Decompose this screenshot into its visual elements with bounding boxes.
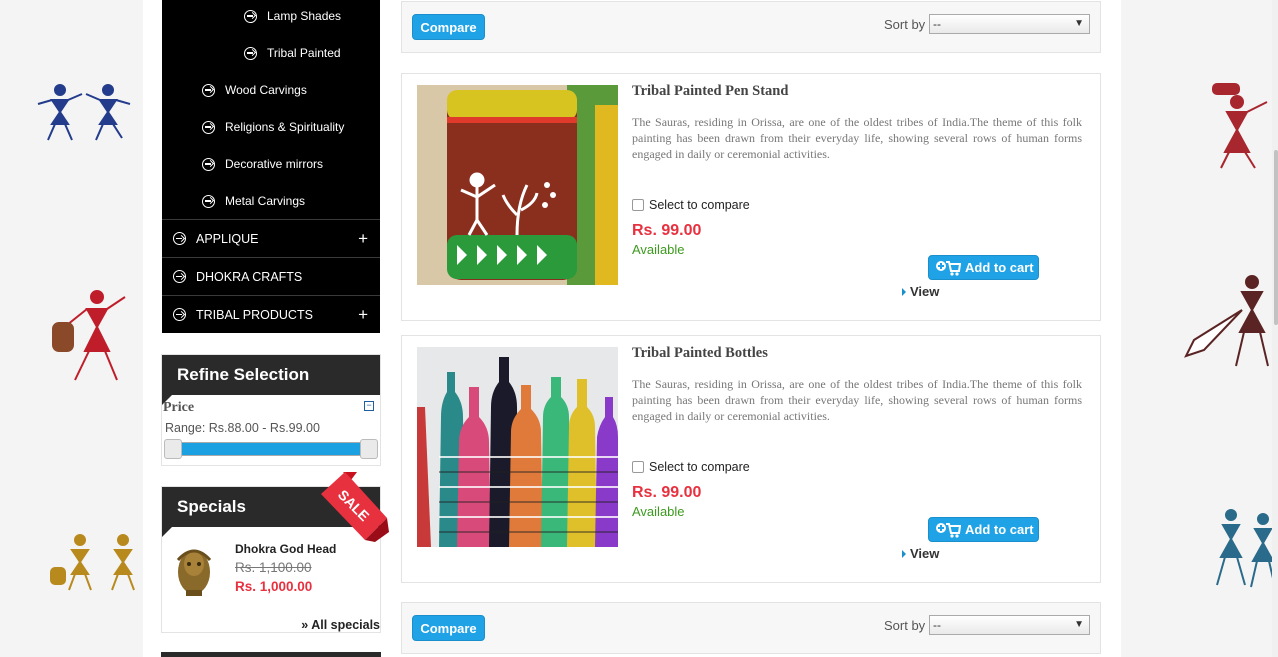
- subcategory-label: Lamp Shades: [267, 9, 342, 23]
- price-filter-title: Price: [163, 400, 195, 415]
- subcategory-label: Decorative mirrors: [225, 157, 324, 171]
- view-product-link[interactable]: View: [902, 284, 939, 299]
- category-menu: Lamp Shades Tribal Painted Wood Carvings…: [162, 0, 380, 333]
- compare-toolbar-bottom: Compare Sort by -- ▼: [401, 602, 1101, 654]
- warli-dancers-blue-left: [37, 84, 131, 141]
- collapse-minus-icon[interactable]: −: [364, 401, 374, 411]
- view-product-link[interactable]: View: [902, 546, 939, 561]
- refine-selection-box: Refine Selection Price − Range: Rs.88.00…: [161, 354, 381, 466]
- pen-stand-image[interactable]: [417, 85, 618, 285]
- product-card: Tribal Painted Pen Stand The Sauras, res…: [401, 73, 1101, 321]
- special-product-name[interactable]: Dhokra God Head: [235, 542, 336, 556]
- product-price: Rs. 99.00: [632, 484, 702, 501]
- arrow-circle-icon: [202, 157, 215, 171]
- sort-by-value: --: [933, 618, 941, 632]
- warli-dancer-red-left: [52, 290, 126, 381]
- add-to-cart-label: Add to cart: [965, 522, 1034, 537]
- special-new-price: Rs. 1,000.00: [235, 579, 313, 594]
- page-content: Lamp Shades Tribal Painted Wood Carvings…: [143, 0, 1121, 657]
- compare-checkbox-label: Select to compare: [649, 460, 750, 474]
- category-applique[interactable]: APPLIQUE +: [162, 219, 380, 257]
- category-label: DHOKRA CRAFTS: [196, 269, 303, 284]
- subcategory-label: Metal Carvings: [225, 194, 306, 208]
- subcategory-metal-carvings[interactable]: Metal Carvings: [202, 191, 305, 211]
- warli-figures-teal-right: [1216, 509, 1276, 588]
- arrow-circle-icon: [173, 270, 186, 283]
- cart-plus-icon: [936, 260, 961, 276]
- view-label: View: [910, 546, 940, 561]
- arrow-circle-icon: [244, 9, 257, 23]
- dhokra-god-head-image[interactable]: [172, 542, 216, 600]
- arrow-circle-icon: [173, 308, 186, 321]
- dropdown-caret-icon: ▼: [1074, 18, 1084, 29]
- compare-checkbox[interactable]: [632, 461, 644, 473]
- compare-checkbox[interactable]: [632, 199, 644, 211]
- product-description: The Sauras, residing in Orissa, are one …: [632, 377, 1082, 423]
- compare-button[interactable]: Compare: [412, 615, 485, 641]
- subcategory-label: Tribal Painted: [267, 46, 341, 60]
- triangle-right-icon: [902, 287, 906, 296]
- subcategory-wood-carvings[interactable]: Wood Carvings: [202, 80, 307, 100]
- page-scrollbar[interactable]: [1272, 0, 1278, 657]
- view-label: View: [910, 284, 940, 299]
- add-to-cart-label: Add to cart: [965, 260, 1034, 275]
- add-to-cart-button[interactable]: Add to cart: [928, 255, 1039, 280]
- sort-by-select[interactable]: -- ▼: [929, 615, 1090, 635]
- warli-dancer-red-right: [1212, 83, 1268, 169]
- product-availability: Available: [632, 504, 685, 519]
- sort-by-value: --: [933, 17, 941, 31]
- select-to-compare[interactable]: Select to compare: [632, 460, 750, 474]
- arrow-circle-icon: [202, 83, 215, 97]
- sort-by-label: Sort by: [884, 17, 926, 32]
- all-specials-link[interactable]: » All specials: [301, 618, 380, 632]
- product-title[interactable]: Tribal Painted Pen Stand: [632, 83, 788, 100]
- category-label: APPLIQUE: [196, 231, 259, 246]
- price-range-slider[interactable]: [168, 442, 372, 456]
- expand-plus-icon[interactable]: +: [358, 305, 368, 325]
- arrow-circle-icon: [173, 232, 186, 245]
- subcategory-tribal-painted[interactable]: Tribal Painted: [244, 43, 341, 63]
- dropdown-caret-icon: ▼: [1074, 619, 1084, 630]
- cart-plus-icon: [936, 522, 961, 538]
- subcategory-label: Wood Carvings: [225, 83, 307, 97]
- painted-bottles-image[interactable]: [417, 347, 618, 547]
- arrow-circle-icon: [202, 120, 215, 134]
- price-range-text: Range: Rs.88.00 - Rs.99.00: [165, 421, 320, 435]
- scrollbar-thumb[interactable]: [1274, 150, 1278, 325]
- subcategory-label: Religions & Spirituality: [225, 120, 345, 134]
- triangle-right-icon: [902, 549, 906, 558]
- product-price: Rs. 99.00: [632, 222, 702, 239]
- category-label: TRIBAL PRODUCTS: [196, 307, 313, 322]
- product-description: The Sauras, residing in Orissa, are one …: [632, 115, 1082, 161]
- subcategory-lamp-shades[interactable]: Lamp Shades: [244, 6, 341, 26]
- compare-button[interactable]: Compare: [412, 14, 485, 40]
- warli-figures-gold-left: [50, 534, 135, 591]
- sort-by-select[interactable]: -- ▼: [929, 14, 1090, 34]
- slider-max-handle[interactable]: [360, 439, 378, 459]
- category-tribal-products[interactable]: TRIBAL PRODUCTS +: [162, 295, 380, 333]
- sale-ribbon-badge: SALE: [321, 472, 389, 542]
- arrow-circle-icon: [202, 194, 215, 208]
- sort-by-label: Sort by: [884, 618, 926, 633]
- refine-selection-title: Refine Selection: [162, 355, 380, 405]
- add-to-cart-button[interactable]: Add to cart: [928, 517, 1039, 542]
- product-availability: Available: [632, 242, 685, 257]
- slider-min-handle[interactable]: [164, 439, 182, 459]
- select-to-compare[interactable]: Select to compare: [632, 198, 750, 212]
- subcategory-religions-spirituality[interactable]: Religions & Spirituality: [202, 117, 344, 137]
- compare-checkbox-label: Select to compare: [649, 198, 750, 212]
- warli-musician-right: [1184, 275, 1269, 367]
- special-old-price: Rs. 1,100.00: [235, 560, 312, 575]
- product-title[interactable]: Tribal Painted Bottles: [632, 345, 768, 362]
- arrow-circle-icon: [244, 46, 257, 60]
- expand-plus-icon[interactable]: +: [358, 229, 368, 249]
- category-dhokra-crafts[interactable]: DHOKRA CRAFTS: [162, 257, 380, 295]
- next-sidebar-box: [161, 652, 381, 657]
- compare-toolbar-top: Compare Sort by -- ▼: [401, 1, 1101, 53]
- product-card: Tribal Painted Bottles The Sauras, resid…: [401, 335, 1101, 583]
- subcategory-decorative-mirrors[interactable]: Decorative mirrors: [202, 154, 323, 174]
